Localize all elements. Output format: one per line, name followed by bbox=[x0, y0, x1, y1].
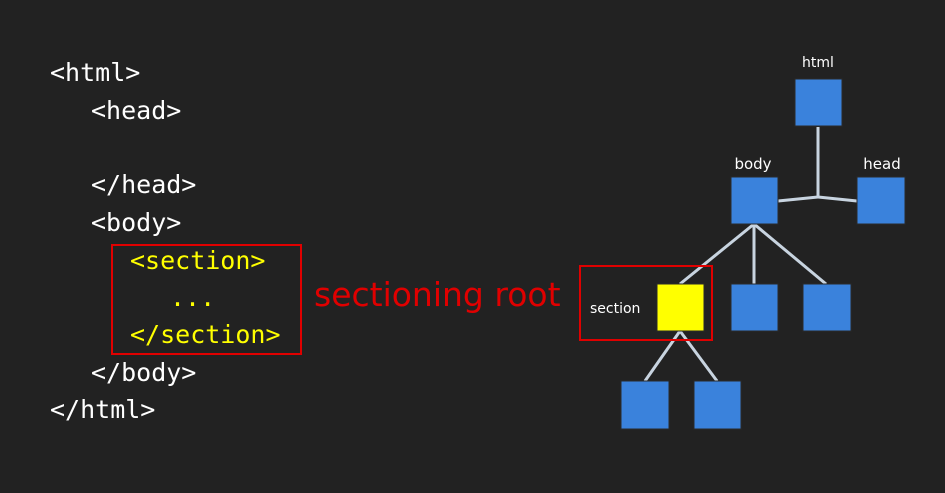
label-section: section bbox=[590, 301, 640, 317]
node-body-child2 bbox=[730, 283, 779, 332]
diagram-canvas: <html> <head> </head> <body> <section> .… bbox=[0, 0, 945, 493]
edge-body-section bbox=[679, 222, 755, 286]
node-section bbox=[656, 283, 705, 332]
node-body-child3 bbox=[802, 283, 852, 332]
edge-junction-body bbox=[777, 195, 819, 203]
dom-tree: html body head section bbox=[579, 55, 906, 430]
label-html: html bbox=[802, 55, 834, 71]
edge-junction-head bbox=[817, 195, 858, 203]
node-section-child1 bbox=[620, 380, 670, 430]
label-body: body bbox=[734, 155, 771, 173]
node-body bbox=[730, 176, 779, 225]
node-section-child2 bbox=[693, 380, 742, 430]
edge-section-child1 bbox=[643, 330, 682, 382]
edge-body-child3 bbox=[753, 222, 827, 286]
label-head: head bbox=[863, 155, 900, 173]
node-head bbox=[856, 176, 906, 225]
tree-nodes bbox=[620, 78, 906, 430]
node-html bbox=[794, 78, 843, 127]
